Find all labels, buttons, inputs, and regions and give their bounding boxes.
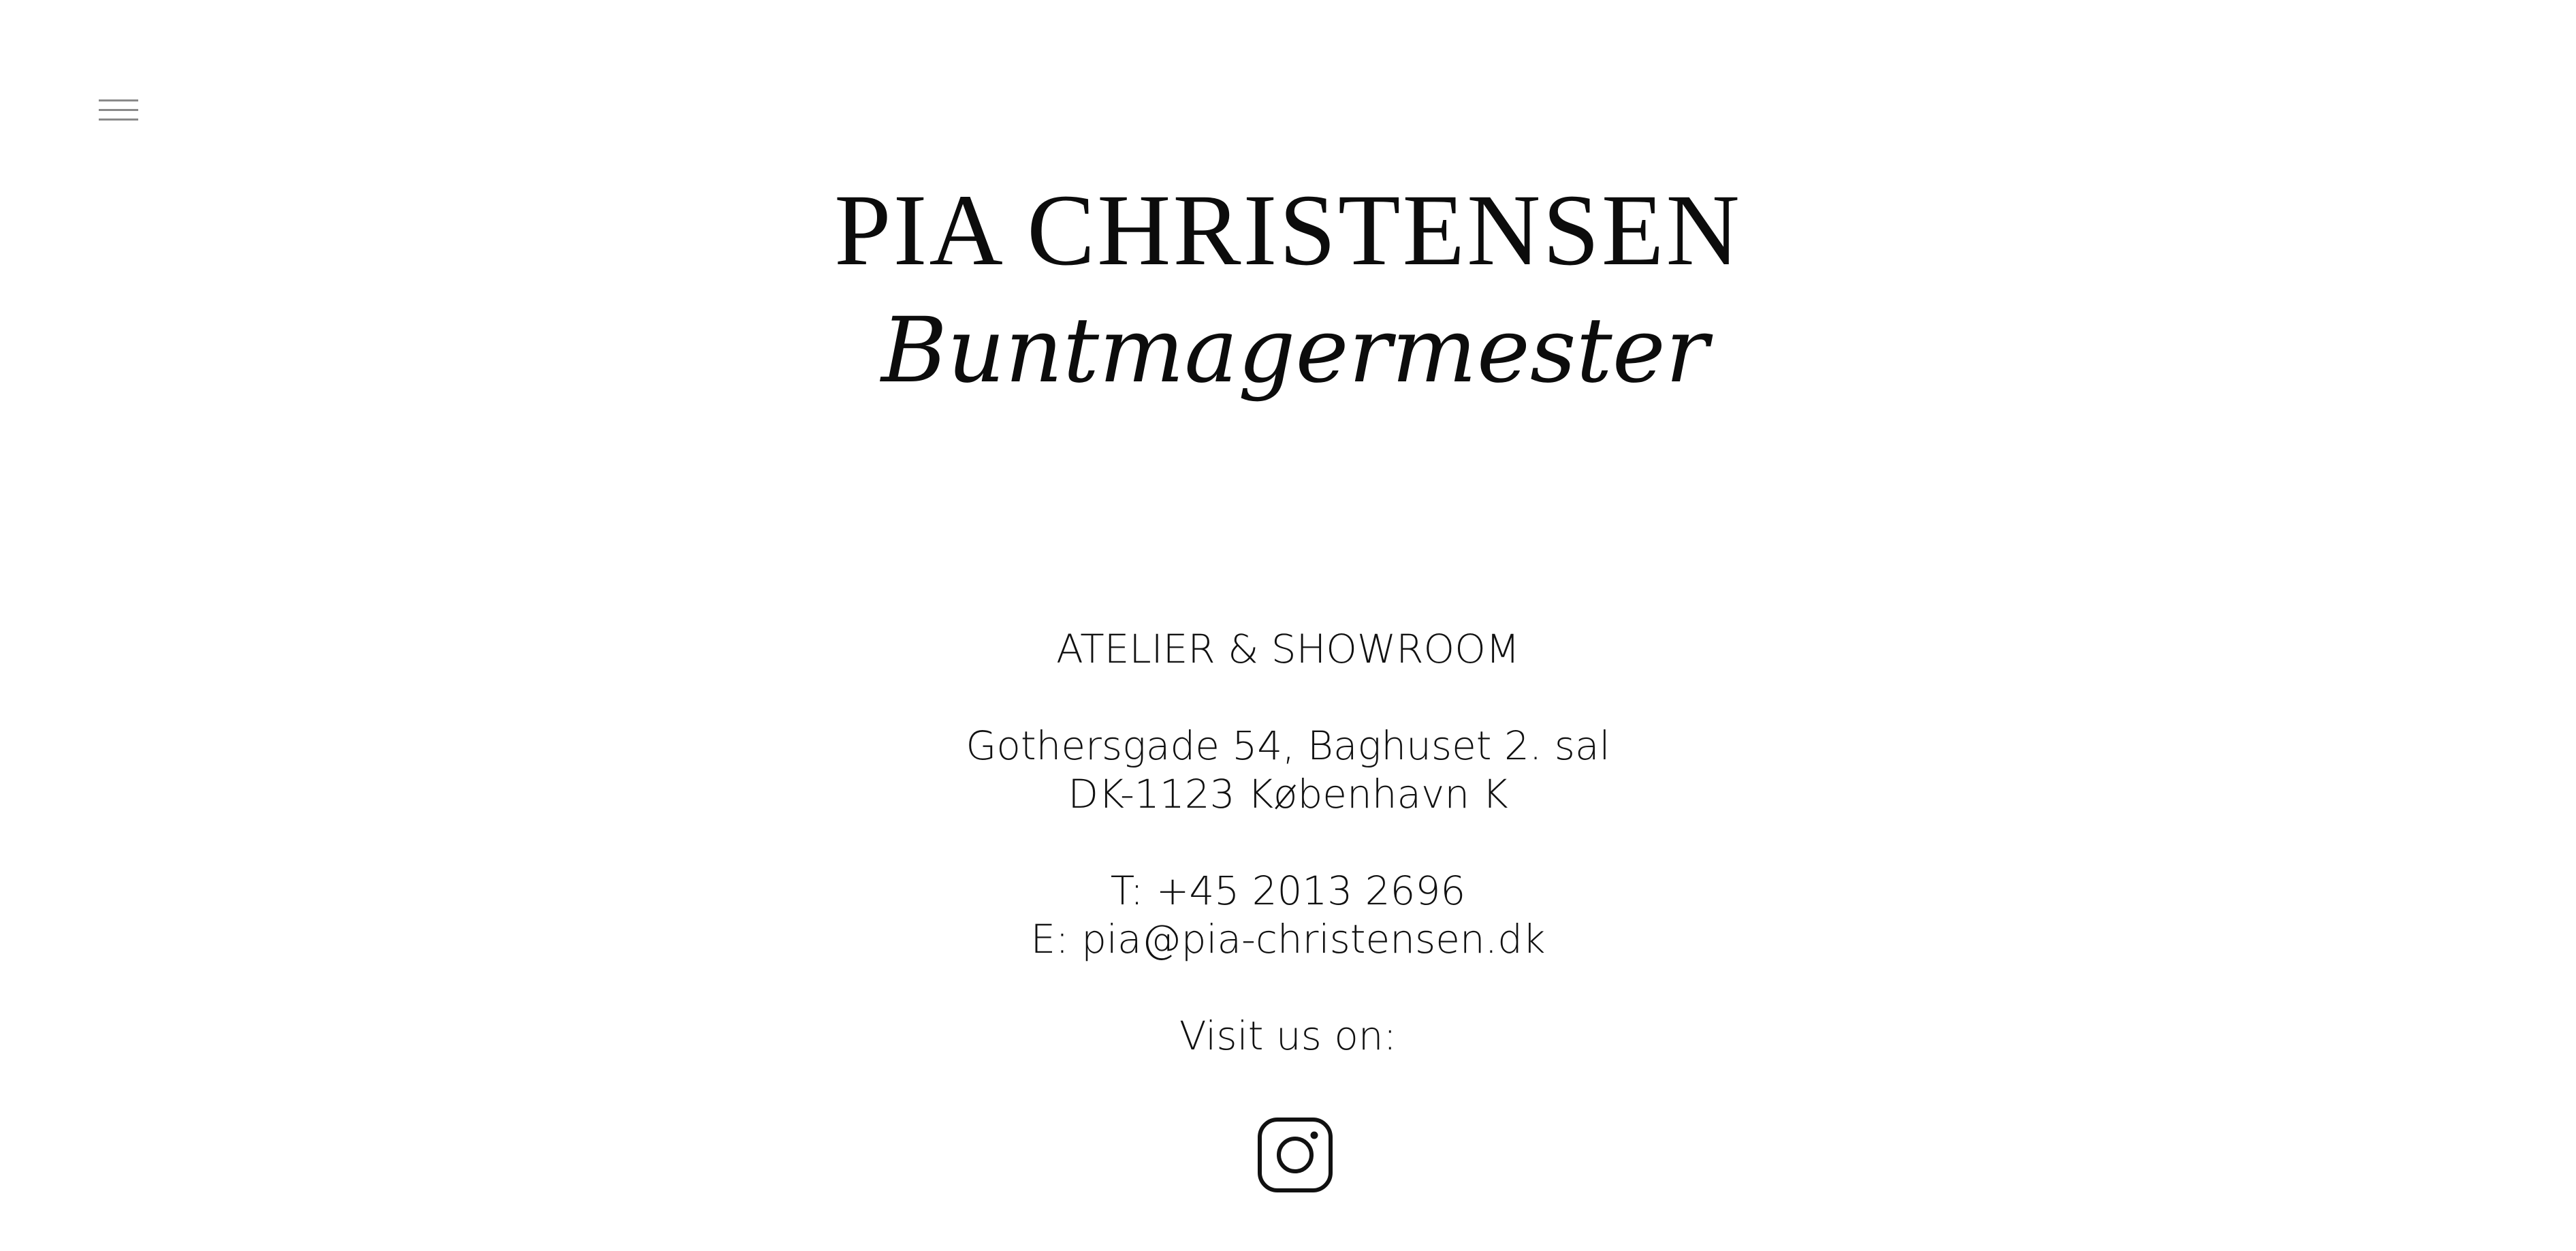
menu-icon-bar: [99, 118, 138, 121]
menu-icon-bar: [99, 109, 138, 111]
instagram-link[interactable]: [1257, 1117, 1333, 1193]
hamburger-menu-button[interactable]: [94, 94, 142, 128]
contact-info: ATELIER & SHOWROOM Gothersgade 54, Baghu…: [0, 625, 2576, 1060]
logo-name: PIA CHRISTENSEN: [834, 174, 1742, 287]
address-line-2: DK-1123 København K: [1068, 771, 1508, 817]
instagram-icon: [1258, 1118, 1333, 1192]
phone-number[interactable]: T: +45 2013 2696: [0, 867, 2576, 915]
social-heading: Visit us on:: [1179, 1013, 1397, 1059]
contact-heading: ATELIER & SHOWROOM: [1056, 626, 1520, 672]
logo-subtitle: Buntmagermester: [881, 298, 1708, 403]
address-line-1: Gothersgade 54, Baghuset 2. sal: [966, 723, 1610, 769]
menu-icon-bar: [99, 99, 138, 101]
email-link[interactable]: E: pia@pia-christensen.dk: [0, 915, 2576, 964]
